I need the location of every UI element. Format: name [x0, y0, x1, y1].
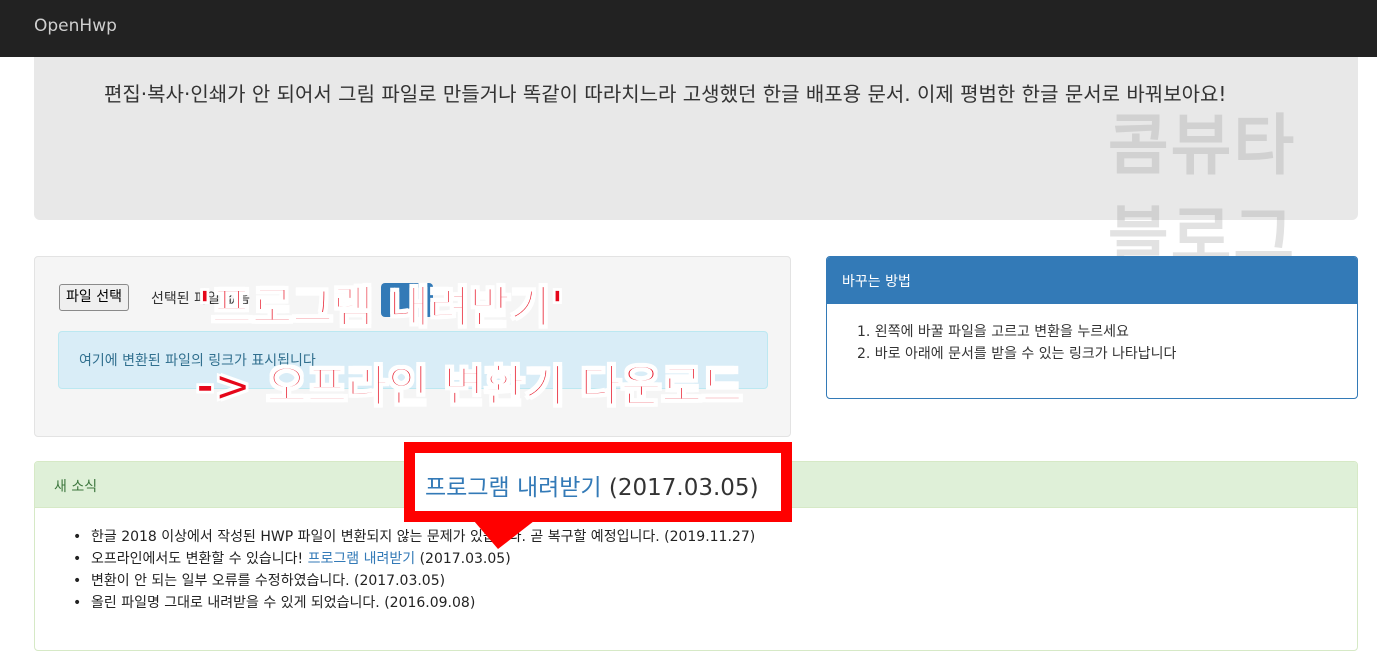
- howto-steps: 1. 왼쪽에 바꿀 파일을 고르고 변환을 누르세요 2. 바로 아래에 문서를…: [857, 321, 1176, 365]
- annotation-subtitle: -> 오프라인 변환기 다운로드: [195, 361, 743, 413]
- news-item: 한글 2018 이상에서 작성된 HWP 파일이 변환되지 않는 문제가 있습니…: [73, 526, 755, 548]
- annotation-arrow: [474, 521, 534, 549]
- news-item: 변환이 안 되는 일부 오류를 수정하였습니다. (2017.03.05): [73, 570, 755, 592]
- top-navbar: OpenHwp: [0, 0, 1377, 57]
- watermark-line-1: 콤뷰타: [1107, 107, 1297, 184]
- annotation-title: '프로그램 내려받기': [197, 282, 565, 334]
- callout-download-link[interactable]: 프로그램 내려받기: [425, 475, 602, 501]
- howto-step: 2. 바로 아래에 문서를 받을 수 있는 링크가 나타납니다: [857, 346, 1177, 362]
- howto-panel: 바꾸는 방법 1. 왼쪽에 바꿀 파일을 고르고 변환을 누르세요 2. 바로 …: [826, 256, 1358, 399]
- howto-step: 1. 왼쪽에 바꿀 파일을 고르고 변환을 누르세요: [857, 324, 1129, 340]
- annotation-callout-text: 프로그램 내려받기 (2017.03.05): [425, 475, 759, 501]
- howto-title: 바꾸는 방법: [827, 257, 1357, 304]
- news-item: 올린 파일명 그대로 내려받을 수 있게 되었습니다. (2016.09.08): [73, 592, 755, 614]
- download-program-link[interactable]: 프로그램 내려받기: [308, 551, 416, 567]
- annotation-callout-box: 프로그램 내려받기 (2017.03.05): [404, 442, 792, 522]
- file-select-button[interactable]: 파일 선택: [59, 284, 129, 311]
- news-item: 오프라인에서도 변환할 수 있습니다! 프로그램 내려받기 (2017.03.0…: [73, 548, 755, 570]
- news-list: 한글 2018 이상에서 작성된 HWP 파일이 변환되지 않는 문제가 있습니…: [73, 526, 755, 614]
- navbar-brand[interactable]: OpenHwp: [34, 16, 117, 36]
